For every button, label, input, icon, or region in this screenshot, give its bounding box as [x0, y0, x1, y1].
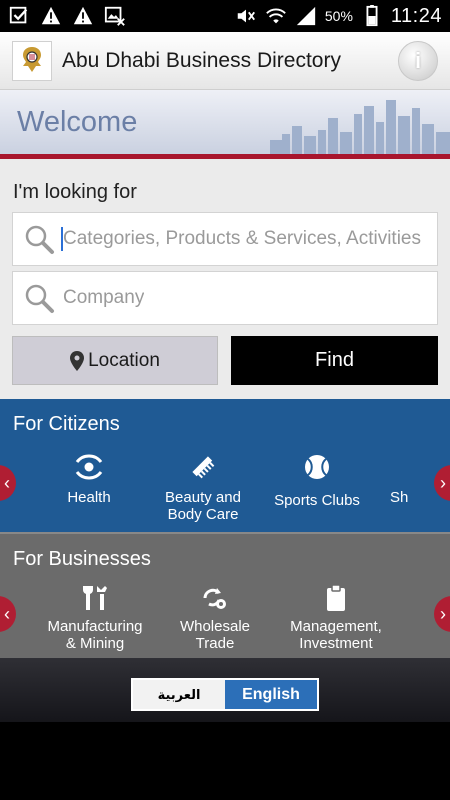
english-language-button[interactable]: English — [225, 680, 317, 709]
citizens-title: For Citizens — [13, 413, 120, 435]
mute-icon — [237, 9, 255, 23]
category-label: Management, Investment — [290, 618, 382, 652]
chevron-right-icon: › — [440, 472, 446, 493]
category-sports-clubs[interactable]: Sports Clubs — [270, 451, 364, 509]
wifi-icon — [266, 8, 286, 24]
status-bar: 50% 11:24 — [0, 0, 450, 32]
welcome-banner: Welcome — [0, 90, 450, 156]
falcon-emblem-icon — [23, 46, 41, 72]
arabic-language-button[interactable]: العربية — [133, 680, 225, 709]
company-placeholder: Company — [63, 287, 145, 308]
category-search-input[interactable]: Categories, Products & Services, Activit… — [12, 212, 438, 266]
find-label: Find — [315, 349, 354, 371]
bottom-area — [0, 722, 450, 800]
businesses-prev-button[interactable]: ‹ — [0, 596, 16, 632]
find-button[interactable]: Find — [231, 336, 438, 385]
info-icon: i — [414, 47, 422, 73]
battery-percent: 50% — [324, 8, 353, 24]
recycle-gear-icon — [203, 588, 226, 609]
chevron-left-icon: ‹ — [4, 603, 10, 624]
app-title: Abu Dhabi Business Directory — [62, 48, 341, 72]
businesses-title: For Businesses — [13, 548, 151, 570]
emirate-logo — [12, 40, 52, 81]
clock: 11:24 — [390, 4, 442, 27]
category-label: Manufacturing & Mining — [47, 618, 143, 652]
signal-icon — [296, 6, 316, 26]
search-panel: I'm looking for Categories, Products & S… — [0, 159, 450, 399]
category-label: Health — [67, 489, 111, 506]
warning-icon — [73, 6, 93, 25]
citizens-prev-button[interactable]: ‹ — [0, 465, 16, 501]
battery-icon — [366, 5, 378, 27]
warning-icon — [41, 6, 61, 25]
category-label: Sh — [390, 489, 409, 506]
search-icon — [25, 284, 54, 313]
category-beauty[interactable]: Beauty and Body Care — [158, 451, 248, 523]
search-heading: I'm looking for — [13, 181, 137, 203]
category-label: Wholesale Trade — [179, 618, 251, 652]
citizens-next-button[interactable]: › — [434, 465, 450, 501]
search-icon — [25, 225, 54, 254]
checkbox-icon — [9, 6, 28, 24]
app-header: Abu Dhabi Business Directory i — [0, 32, 450, 90]
category-manufacturing[interactable]: Manufacturing & Mining — [40, 584, 150, 652]
health-eye-icon — [75, 454, 103, 480]
image-blocked-icon — [104, 6, 125, 26]
comb-icon — [192, 456, 215, 479]
category-label: Sports Clubs — [274, 492, 360, 509]
language-bar: العربية English — [0, 658, 450, 722]
language-switch: العربية English — [131, 678, 319, 711]
tools-icon — [83, 586, 107, 610]
info-button[interactable]: i — [398, 40, 438, 81]
category-health[interactable]: Health — [54, 451, 124, 506]
map-pin-icon — [70, 350, 85, 371]
location-button[interactable]: Location — [12, 336, 218, 385]
clipboard-icon — [327, 584, 345, 611]
chevron-right-icon: › — [440, 603, 446, 624]
location-label: Location — [88, 349, 160, 371]
category-label: Beauty and Body Care — [165, 489, 241, 523]
businesses-next-button[interactable]: › — [434, 596, 450, 632]
category-wholesale[interactable]: Wholesale Trade — [170, 584, 260, 652]
category-placeholder: Categories, Products & Services, Activit… — [63, 228, 421, 249]
welcome-text: Welcome — [17, 106, 138, 138]
city-skyline-icon — [270, 100, 450, 156]
tennis-ball-icon — [305, 455, 329, 479]
chevron-left-icon: ‹ — [4, 472, 10, 493]
businesses-section: For Businesses ‹ Manufacturing & Mining … — [0, 532, 450, 658]
category-management[interactable]: Management, Investment — [282, 584, 390, 652]
citizens-section: For Citizens ‹ Health Beauty and Body Ca… — [0, 399, 450, 532]
company-search-input[interactable]: Company — [12, 271, 438, 325]
category-shopping-partial[interactable]: Sh — [390, 489, 420, 506]
